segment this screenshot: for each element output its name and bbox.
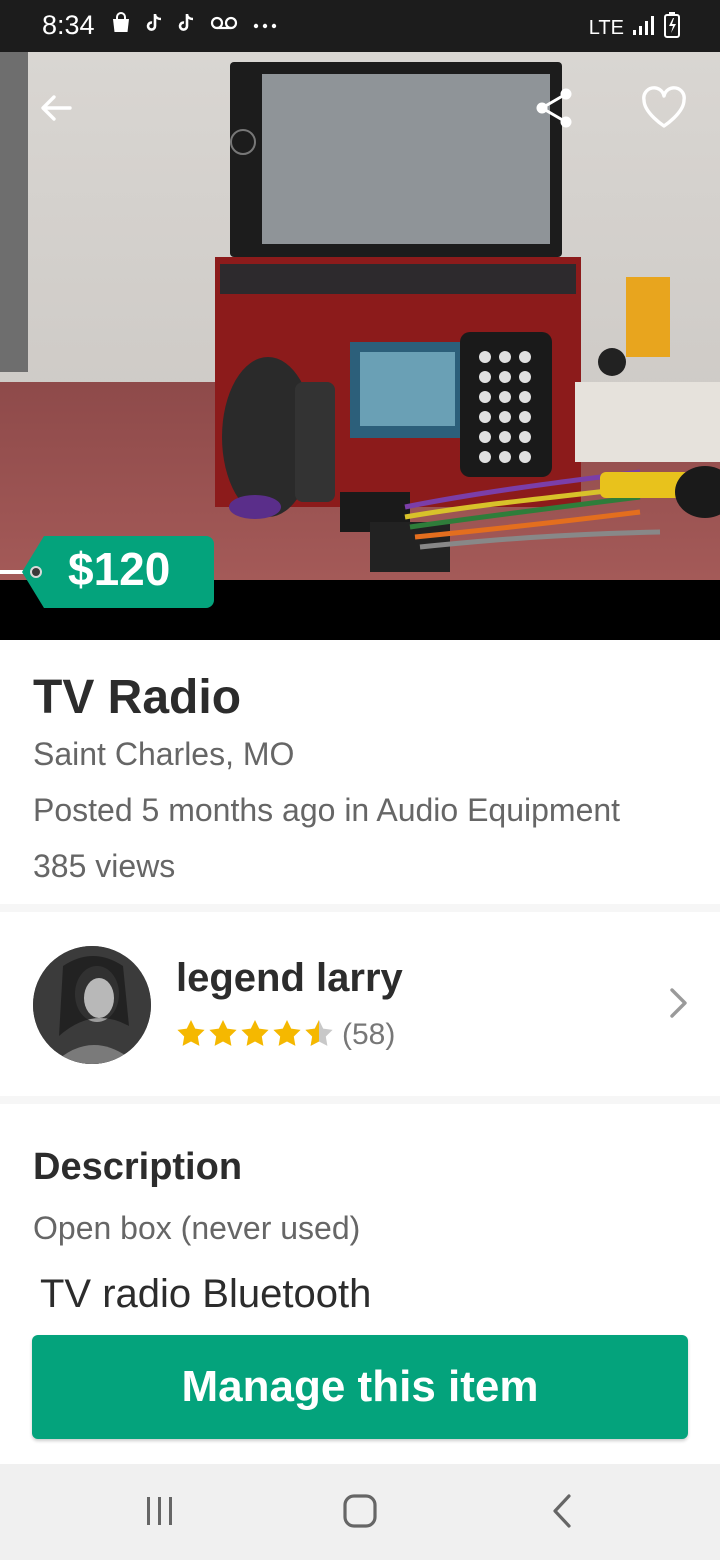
listing-info: TV Radio Saint Charles, MO Posted 5 mont…: [0, 640, 720, 904]
tiktok-icon: [178, 12, 196, 39]
share-button[interactable]: [524, 80, 584, 140]
home-icon: [342, 1493, 378, 1534]
more-icon: [252, 17, 278, 35]
favorite-button[interactable]: [634, 80, 694, 140]
listing-posted: Posted 5 months ago in Audio Equipment: [33, 792, 621, 828]
heart-icon: [640, 85, 688, 135]
listing-title: TV Radio: [33, 671, 242, 724]
description-section: Description Open box (never used) TV rad…: [0, 1104, 720, 1316]
product-photo: [0, 52, 720, 580]
star-icon: [208, 1019, 238, 1052]
system-indicators: LTE: [589, 12, 680, 44]
battery-icon: [664, 12, 680, 44]
back-chevron-icon: [551, 1493, 573, 1534]
seller-name: legend larry: [176, 956, 403, 1000]
home-button[interactable]: [330, 1488, 390, 1538]
bag-icon: [110, 12, 132, 39]
price-value: $120: [68, 543, 171, 595]
chevron-right-icon: [668, 986, 690, 1025]
item-condition: Open box (never used): [33, 1210, 361, 1246]
share-icon: [533, 86, 575, 135]
voicemail-icon: [210, 15, 238, 36]
notification-icons: [110, 12, 278, 39]
star-icon: [240, 1019, 270, 1052]
half-star-icon: [304, 1019, 334, 1052]
system-back-button[interactable]: [532, 1488, 592, 1538]
tiktok-icon: [146, 12, 164, 39]
recents-icon: [144, 1495, 176, 1532]
seller-row[interactable]: legend larry (58): [0, 912, 720, 1096]
back-arrow-icon: [36, 88, 76, 133]
seller-rating: (58): [176, 1018, 395, 1052]
network-label: LTE: [588, 16, 624, 39]
status-bar: 8:34 LTE: [0, 0, 720, 52]
listing-views: 385 views: [33, 848, 176, 884]
avatar: [33, 946, 151, 1064]
back-button[interactable]: [26, 80, 86, 140]
status-time: 8:34: [42, 10, 95, 40]
manage-item-button[interactable]: Manage this item: [32, 1335, 688, 1439]
rating-count: (58): [342, 1018, 396, 1051]
star-icon: [272, 1019, 302, 1052]
hero-image[interactable]: $120: [0, 52, 720, 640]
recents-button[interactable]: [130, 1488, 190, 1538]
price-tag-hole: [30, 566, 42, 578]
star-icon: [176, 1019, 206, 1052]
system-nav-bar: [0, 1464, 720, 1560]
listing-location: Saint Charles, MO: [33, 736, 295, 772]
action-bar: Manage this item: [0, 1310, 720, 1464]
signal-icon: [632, 14, 656, 42]
description-heading: Description: [33, 1146, 243, 1188]
